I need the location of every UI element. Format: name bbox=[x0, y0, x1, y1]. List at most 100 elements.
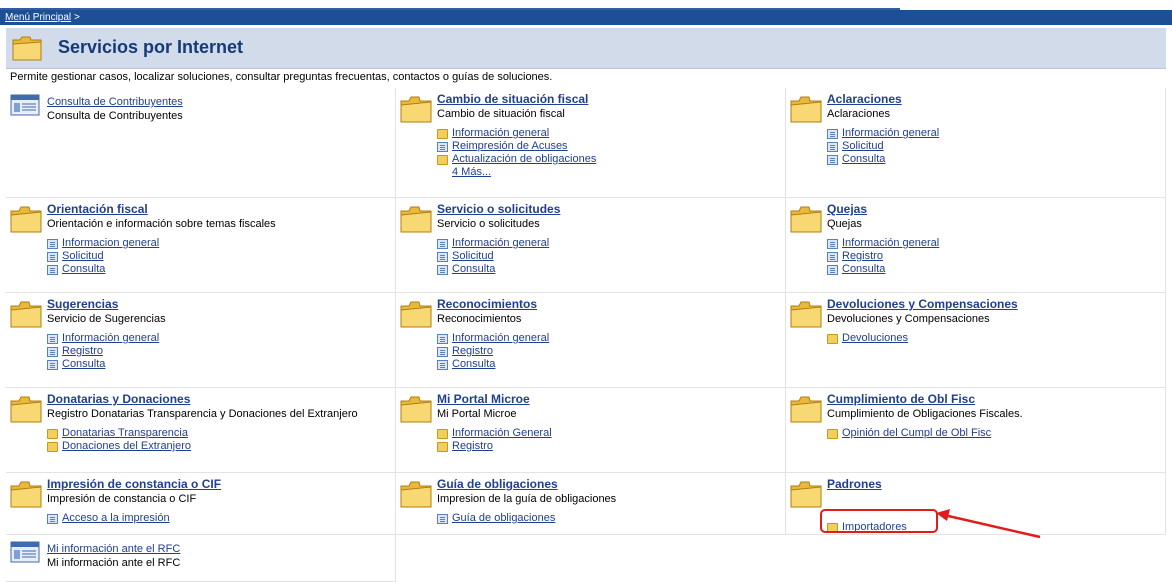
service-link-row[interactable]: Registro bbox=[437, 345, 549, 358]
service-link-row[interactable]: Información general bbox=[827, 127, 939, 140]
document-icon bbox=[437, 238, 448, 249]
service-title-link[interactable]: Consulta de Contribuyentes bbox=[47, 96, 183, 108]
service-card-donatarias-y-donaciones: Donatarias y Donaciones Registro Donatari… bbox=[6, 388, 396, 473]
service-subtitle: Quejas bbox=[827, 218, 862, 230]
link-donaciones-del-extranjero[interactable]: Donaciones del Extranjero bbox=[62, 440, 191, 453]
service-title-link[interactable]: Cumplimiento de Obl Fisc bbox=[827, 392, 975, 406]
link-solicitud[interactable]: Solicitud bbox=[62, 250, 104, 263]
link-informacion-general[interactable]: Información general bbox=[452, 127, 549, 140]
folder-icon bbox=[790, 204, 822, 237]
small-folder-icon bbox=[47, 428, 58, 439]
link-guia-de-obligaciones[interactable]: Guía de obligaciones bbox=[452, 512, 555, 525]
service-link-row[interactable]: Solicitud bbox=[47, 250, 159, 263]
service-title-link[interactable]: Mi Portal Microe bbox=[437, 392, 530, 406]
link-devoluciones[interactable]: Devoluciones bbox=[842, 332, 908, 345]
service-link-row[interactable]: Donatarias Transparencia bbox=[47, 427, 191, 440]
service-link-row[interactable]: Información general bbox=[437, 237, 549, 250]
service-link-row[interactable]: Registro bbox=[47, 345, 159, 358]
service-link-row[interactable]: Consulta bbox=[437, 263, 549, 276]
service-title-link[interactable]: Padrones bbox=[827, 477, 882, 491]
folder-icon bbox=[10, 204, 42, 237]
service-subtitle: Mi Portal Microe bbox=[437, 408, 517, 420]
service-link-row[interactable]: Consulta bbox=[47, 263, 159, 276]
link-registro[interactable]: Registro bbox=[842, 250, 883, 263]
service-title-link[interactable]: Sugerencias bbox=[47, 297, 118, 311]
service-subtitle: Mi información ante el RFC bbox=[47, 557, 181, 569]
service-title-link[interactable]: Donatarias y Donaciones bbox=[47, 392, 190, 406]
service-title-link[interactable]: Reconocimientos bbox=[437, 297, 537, 311]
service-links: Devoluciones bbox=[827, 332, 908, 345]
service-title-link[interactable]: Mi información ante el RFC bbox=[47, 543, 180, 555]
service-link-row[interactable]: Consulta bbox=[827, 153, 939, 166]
service-link-row[interactable]: Consulta bbox=[47, 358, 159, 371]
link-informacion-general[interactable]: Información general bbox=[452, 332, 549, 345]
more-link[interactable]: 4 Más... bbox=[452, 166, 491, 179]
service-link-row[interactable]: Consulta bbox=[437, 358, 549, 371]
service-link-row[interactable]: Registro bbox=[437, 440, 552, 453]
service-link-row[interactable]: Donaciones del Extranjero bbox=[47, 440, 191, 453]
service-link-row[interactable]: Registro bbox=[827, 250, 939, 263]
link-solicitud[interactable]: Solicitud bbox=[842, 140, 884, 153]
service-subtitle: Impresión de constancia o CIF bbox=[47, 493, 197, 505]
service-title-link[interactable]: Devoluciones y Compensaciones bbox=[827, 297, 1018, 311]
table-icon bbox=[10, 94, 40, 119]
service-link-row[interactable]: Información General bbox=[437, 427, 552, 440]
link-consulta[interactable]: Consulta bbox=[452, 263, 495, 276]
service-title-link[interactable]: Quejas bbox=[827, 202, 867, 216]
service-link-row[interactable]: Opinión del Cumpl de Obl Fisc bbox=[827, 427, 991, 440]
service-subtitle: Orientación e información sobre temas fi… bbox=[47, 218, 276, 230]
folder-icon bbox=[790, 94, 822, 127]
breadcrumb-home-link[interactable]: Menú Principal bbox=[5, 12, 71, 23]
link-consulta[interactable]: Consulta bbox=[62, 263, 105, 276]
link-solicitud[interactable]: Solicitud bbox=[452, 250, 494, 263]
service-title-link[interactable]: Servicio o solicitudes bbox=[437, 202, 560, 216]
service-link-row[interactable]: Acceso a la impresión bbox=[47, 512, 170, 525]
link-registro[interactable]: Registro bbox=[62, 345, 103, 358]
link-informacion-general[interactable]: Información general bbox=[452, 237, 549, 250]
top-border bbox=[0, 0, 900, 10]
service-link-row[interactable]: Solicitud bbox=[437, 250, 549, 263]
service-title-link[interactable]: Aclaraciones bbox=[827, 92, 902, 106]
link-informacion-general[interactable]: Información general bbox=[842, 237, 939, 250]
folder-icon bbox=[10, 394, 42, 427]
link-informacion-general[interactable]: Información general bbox=[62, 332, 159, 345]
service-link-row[interactable]: Informacion general bbox=[47, 237, 159, 250]
link-reimpresion-de-acuses[interactable]: Reimpresión de Acuses bbox=[452, 140, 568, 153]
service-subtitle: Devoluciones y Compensaciones bbox=[827, 313, 990, 325]
service-title-link[interactable]: Guía de obligaciones bbox=[437, 477, 558, 491]
link-informacion-general[interactable]: Información General bbox=[452, 427, 552, 440]
service-link-row[interactable]: Información general bbox=[437, 332, 549, 345]
link-consulta[interactable]: Consulta bbox=[452, 358, 495, 371]
link-consulta[interactable]: Consulta bbox=[842, 153, 885, 166]
folder-icon bbox=[12, 34, 42, 65]
link-opinion-del-cumpl-de-obl-fisc[interactable]: Opinión del Cumpl de Obl Fisc bbox=[842, 427, 991, 440]
service-link-row[interactable]: Reimpresión de Acuses bbox=[437, 140, 596, 153]
small-folder-icon bbox=[827, 333, 838, 344]
service-title-link[interactable]: Impresión de constancia o CIF bbox=[47, 477, 221, 491]
link-acceso-a-la-impresion[interactable]: Acceso a la impresión bbox=[62, 512, 170, 525]
service-title-link[interactable]: Orientación fiscal bbox=[47, 202, 148, 216]
link-registro[interactable]: Registro bbox=[452, 440, 493, 453]
document-icon bbox=[827, 251, 838, 262]
link-actualizacion-de-obligaciones[interactable]: Actualización de obligaciones bbox=[452, 153, 596, 166]
document-icon bbox=[437, 513, 448, 524]
link-consulta[interactable]: Consulta bbox=[62, 358, 105, 371]
service-link-row[interactable]: Información general bbox=[47, 332, 159, 345]
service-link-row[interactable]: Consulta bbox=[827, 263, 939, 276]
service-link-row[interactable]: Información general bbox=[827, 237, 939, 250]
service-title-link[interactable]: Cambio de situación fiscal bbox=[437, 92, 588, 106]
service-link-row[interactable]: Devoluciones bbox=[827, 332, 908, 345]
link-consulta[interactable]: Consulta bbox=[842, 263, 885, 276]
service-link-row[interactable]: Actualización de obligaciones bbox=[437, 153, 596, 166]
link-donatarias-transparencia[interactable]: Donatarias Transparencia bbox=[62, 427, 188, 440]
document-icon bbox=[47, 359, 58, 370]
link-registro[interactable]: Registro bbox=[452, 345, 493, 358]
link-informacion-general[interactable]: Información general bbox=[842, 127, 939, 140]
folder-icon bbox=[10, 479, 42, 512]
service-link-row[interactable]: Solicitud bbox=[827, 140, 939, 153]
service-links: Información general Solicitud Consulta bbox=[827, 127, 939, 166]
service-link-row[interactable]: Guía de obligaciones bbox=[437, 512, 555, 525]
link-informacion-general[interactable]: Informacion general bbox=[62, 237, 159, 250]
document-icon bbox=[47, 251, 58, 262]
service-link-row[interactable]: Información general bbox=[437, 127, 596, 140]
